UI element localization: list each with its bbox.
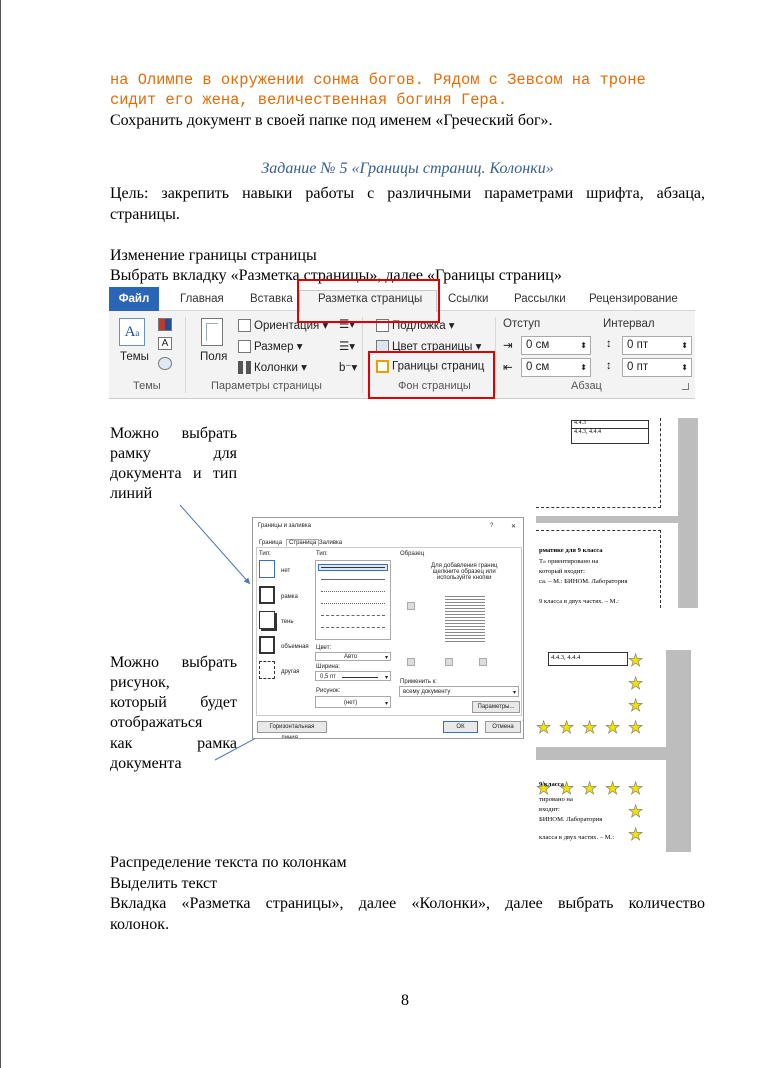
apply-to-label: Применить к: [400,679,437,685]
page-number: 8 [401,992,409,1009]
star-icon: ★ [582,718,598,737]
thumb2-cell: 4.4.3, 4.4.4 [551,654,581,661]
arrow-to-border-type [179,504,251,585]
type-box-icon[interactable] [259,586,275,604]
columns-title: Распределение текста по колонкам [110,854,347,871]
star-icon: ★ [605,779,621,798]
right-border-button[interactable] [479,658,487,666]
type-3d-icon[interactable] [259,636,275,654]
style-label: Тип: [316,551,328,557]
left-border-button[interactable] [445,658,453,666]
bottom-border-button[interactable] [407,658,415,666]
width-select[interactable]: 0,5 пт ▾ [315,671,391,681]
thumb1-line-1: рматике для 9 класса [539,547,603,554]
preview-label: Образец [400,551,425,557]
art-label: Рисунок: [316,688,341,694]
type-shadow-icon[interactable] [259,611,275,629]
star-icon: ★ [536,718,552,737]
horizontal-line-button[interactable]: Горизонтальная линия... [257,721,327,738]
preview-page[interactable] [445,596,485,644]
star-icon: ★ [628,651,644,670]
art-border-example-preview: 4.4.3, 4.4.4 ★ ★ ★ ★ ★ ★ ★ ★ ★ ★ ★ ★ ★ ★… [536,650,691,852]
columns-line-2: колонок. [110,916,170,933]
border-example-preview: 4.4.3 4.4.3, 4.4.4 рматике для 9 класса … [536,418,698,608]
top-border-button[interactable] [407,602,415,610]
type-custom[interactable]: другая [281,669,299,675]
line-style-list[interactable] [315,560,391,640]
cancel-button[interactable]: Отмена [485,721,521,733]
tab-shading[interactable]: Заливка [319,540,342,546]
apply-to-select[interactable]: всему документу ▾ [399,686,519,697]
help-icon[interactable]: ? [490,523,493,529]
dialog-title: Границы и заливка [258,523,311,529]
thumb1-line-3: который входит: [539,568,585,575]
thumb2-line-2: тировано на [539,796,573,803]
type-box[interactable]: рамка [281,594,298,600]
color-label: Цвет: [316,645,332,651]
star-icon: ★ [628,825,644,844]
type-none[interactable]: нет [281,568,290,574]
tab-page-border[interactable]: Страница [286,539,320,546]
type-none-icon[interactable] [259,560,275,578]
preview-hint: Для добавления границ щелкните образец ил… [431,563,498,581]
star-icon: ★ [628,674,644,693]
star-icon: ★ [605,718,621,737]
color-select[interactable]: Авто ▾ [315,652,391,661]
thumb2-line-4: БИНОМ. Лаборатория [539,816,603,823]
star-icon: ★ [582,779,598,798]
options-button[interactable]: Параметры... [472,701,520,713]
borders-dialog: Границы и заливка ? ✕ Граница Страница З… [252,517,524,739]
tab-border[interactable]: Граница [259,540,282,546]
star-icon: ★ [559,718,575,737]
thumb1-line-5: 9 класса в двух частях. – М.: [539,598,620,605]
thumb2-line-1: 9 класса [539,781,564,788]
star-icon: ★ [628,718,644,737]
setting-type-label: Тип: [259,551,271,557]
thumb2-line-3: входит: [539,806,560,813]
star-icon: ★ [628,779,644,798]
ok-button[interactable]: ОК [443,721,478,733]
thumb1-line-4: са. – М.: БИНОМ. Лаборатория [539,578,628,585]
columns-line-1: Вкладка «Разметка страницы», далее «Коло… [110,895,705,912]
thumb2-line-5: класса в двух частях. – М.: [539,834,615,841]
thumb1-cell-1: 4.4.3 [574,420,586,426]
type-shadow[interactable]: тень [281,619,293,625]
thumb1-line-2: Т» ориентировано на [539,558,599,565]
select-text-instruction: Выделить текст [110,875,218,892]
width-label: Ширина: [316,664,340,670]
thumb1-cell-2: 4.4.3, 4.4.4 [574,429,601,435]
art-select[interactable]: (нет) ▾ [315,696,391,708]
close-icon[interactable]: ✕ [511,523,516,530]
star-icon: ★ [628,696,644,715]
star-icon: ★ [628,802,644,821]
type-3d[interactable]: объемная [281,644,309,650]
type-custom-icon[interactable] [259,661,275,679]
